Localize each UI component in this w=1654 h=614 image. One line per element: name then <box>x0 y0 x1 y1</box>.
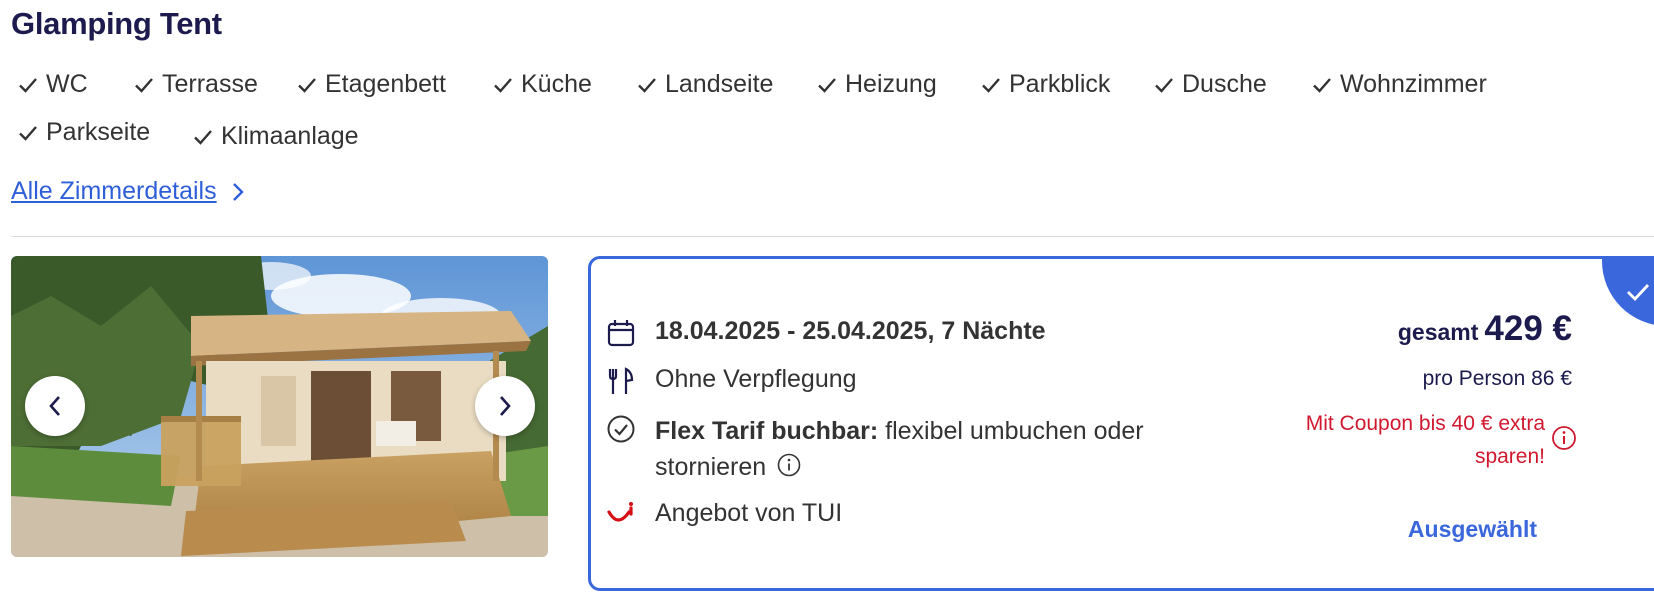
amenity-item: Terrasse <box>134 70 258 99</box>
check-icon <box>298 77 316 93</box>
check-icon <box>494 77 512 93</box>
amenity-label: Parkblick <box>1009 70 1111 98</box>
amenity-item: Wohnzimmer <box>1312 70 1487 99</box>
room-photo-gallery[interactable] <box>11 256 548 557</box>
tui-smile-icon <box>605 499 637 531</box>
amenity-label: Küche <box>521 70 592 98</box>
check-icon <box>982 77 1000 93</box>
offer-flex-row: Flex Tarif buchbar: flexibel umbuchen od… <box>605 413 1144 485</box>
calendar-icon <box>605 317 637 349</box>
gallery-next-button[interactable] <box>475 376 535 436</box>
amenity-item: Küche <box>493 70 592 99</box>
offer-board: Ohne Verpflegung <box>655 365 857 393</box>
amenity-label: Landseite <box>665 70 774 98</box>
check-icon <box>818 77 836 93</box>
amenity-item: Landseite <box>637 70 773 99</box>
info-icon[interactable] <box>777 453 801 477</box>
amenity-label: Wohnzimmer <box>1340 70 1487 98</box>
chevron-left-icon <box>49 396 60 416</box>
offer-dates-row: 18.04.2025 - 25.04.2025, 7 Nächte <box>605 317 1046 349</box>
amenity-label: Terrasse <box>162 70 258 98</box>
amenity-item: WC <box>18 70 88 99</box>
offer-provider-row: Angebot von TUI <box>605 499 842 531</box>
check-circle-icon <box>605 413 637 445</box>
price-total: gesamt 429 € <box>1398 309 1572 349</box>
flex-tariff-desc-line2: stornieren <box>655 453 767 481</box>
offer-provider: Angebot von TUI <box>655 499 843 527</box>
check-icon <box>638 77 656 93</box>
gallery-prev-button[interactable] <box>25 376 85 436</box>
chevron-right-icon <box>500 396 511 416</box>
check-icon <box>1155 77 1173 93</box>
room-details-label: Alle Zimmerdetails <box>11 177 217 205</box>
selected-button[interactable]: Ausgewählt <box>1408 516 1537 543</box>
coupon-note: Mit Coupon bis 40 € extra sparen! <box>1275 407 1577 473</box>
check-icon <box>19 77 37 93</box>
offer-card[interactable]: 18.04.2025 - 25.04.2025, 7 Nächte Ohne V… <box>588 256 1654 591</box>
amenity-label: Etagenbett <box>325 70 446 98</box>
coupon-text: Mit Coupon bis 40 € extra sparen! <box>1305 412 1545 468</box>
check-icon <box>1627 284 1650 302</box>
section-divider <box>11 236 1654 237</box>
amenity-item: Dusche <box>1154 70 1267 99</box>
room-photo <box>11 256 548 557</box>
amenity-label: Heizung <box>845 70 937 98</box>
chevron-right-icon <box>231 182 245 202</box>
amenity-item: Parkblick <box>981 70 1110 99</box>
amenity-label: Klimaanlage <box>221 122 359 150</box>
check-icon <box>194 129 212 145</box>
amenity-item: Parkseite <box>18 118 150 147</box>
offer-dates: 18.04.2025 - 25.04.2025, 7 Nächte <box>655 317 1046 345</box>
price-total-value: 429 € <box>1484 309 1572 348</box>
selected-badge <box>1602 259 1654 326</box>
amenity-item: Heizung <box>817 70 937 99</box>
amenity-label: Dusche <box>1182 70 1267 98</box>
amenity-label: WC <box>46 70 88 98</box>
flex-tariff-label: Flex Tarif buchbar: <box>655 417 879 445</box>
amenity-item: Etagenbett <box>297 70 446 99</box>
info-icon[interactable] <box>1551 425 1577 451</box>
room-details-link[interactable]: Alle Zimmerdetails <box>11 177 245 206</box>
offer-flex-text: Flex Tarif buchbar: flexibel umbuchen od… <box>655 413 1144 485</box>
check-icon <box>1313 77 1331 93</box>
price-per-person: pro Person 86 € <box>1422 367 1572 390</box>
fork-knife-icon <box>605 365 637 397</box>
amenity-item: Klimaanlage <box>193 122 359 151</box>
price-total-label: gesamt <box>1397 319 1479 345</box>
check-icon <box>19 125 37 141</box>
check-icon <box>135 77 153 93</box>
room-title: Glamping Tent <box>11 6 222 41</box>
offer-board-row: Ohne Verpflegung <box>605 365 857 397</box>
flex-tariff-desc: flexibel umbuchen oder <box>885 417 1144 445</box>
amenity-label: Parkseite <box>46 118 151 146</box>
